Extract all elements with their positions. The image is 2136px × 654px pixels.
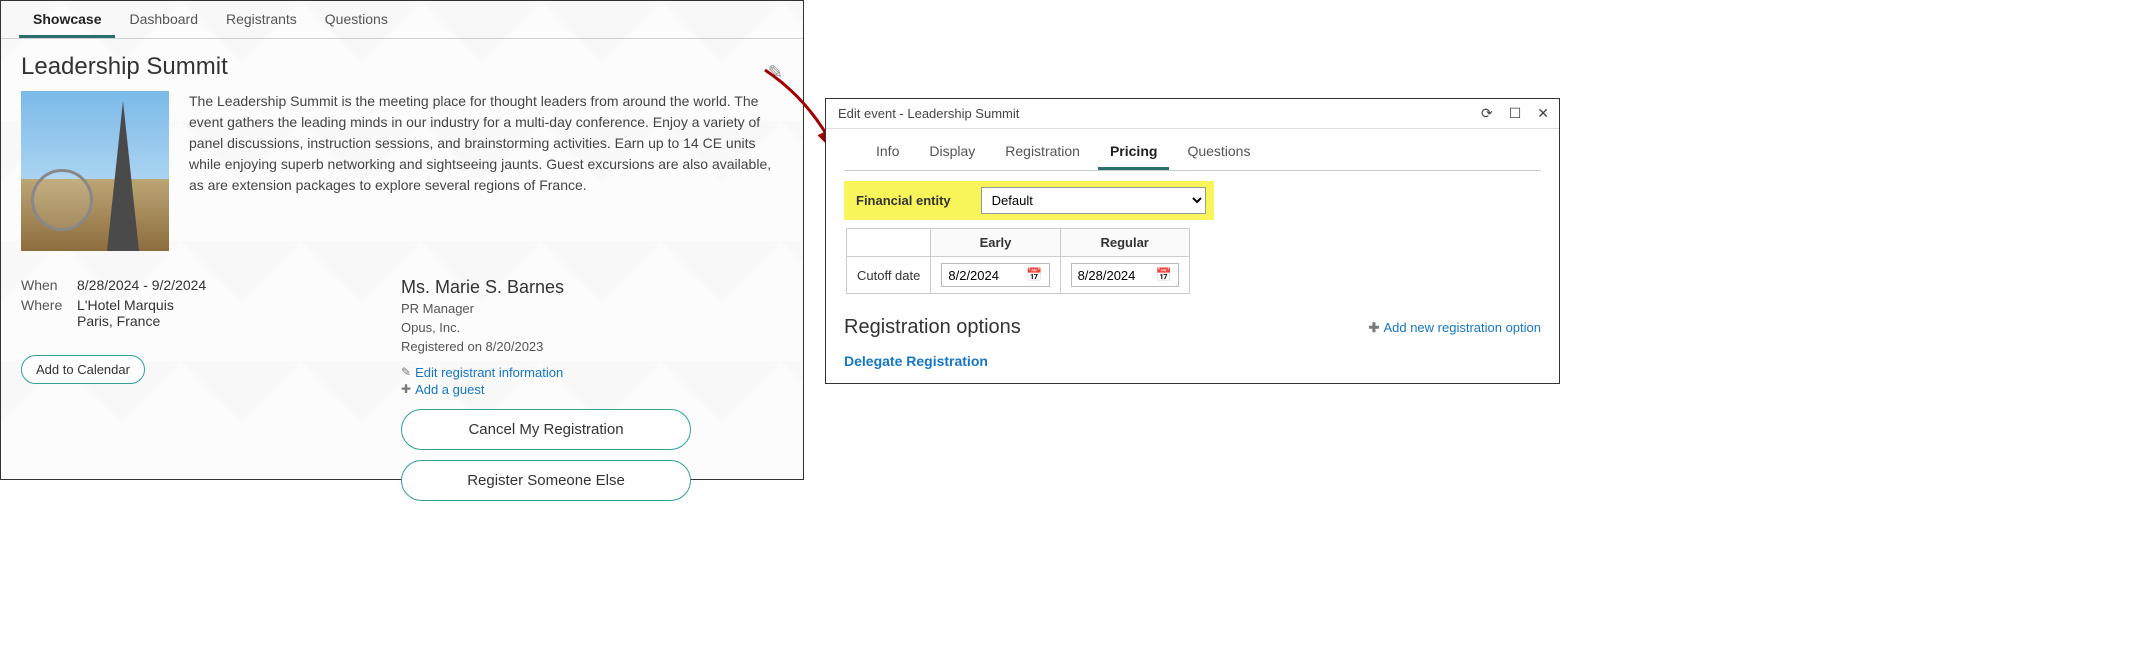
calendar-icon[interactable]: 📅 — [1026, 267, 1042, 283]
register-someone-else-button[interactable]: Register Someone Else — [401, 460, 691, 501]
edit-event-dialog: Edit event - Leadership Summit ⟳ ☐ ✕ Inf… — [825, 98, 1560, 384]
registrant-title: PR Manager — [401, 300, 783, 318]
tab-dashboard[interactable]: Dashboard — [115, 1, 212, 38]
add-guest-link[interactable]: ✚ Add a guest — [401, 382, 783, 397]
cutoff-row-label: Cutoff date — [847, 257, 931, 294]
refresh-icon[interactable]: ⟳ — [1481, 105, 1493, 122]
edit-registrant-link[interactable]: ✎ Edit registrant information — [401, 365, 783, 380]
delegate-registration-link[interactable]: Delegate Registration — [844, 353, 988, 369]
tab-registrants[interactable]: Registrants — [212, 1, 311, 38]
dlg-tab-registration[interactable]: Registration — [993, 129, 1092, 170]
where-line2: Paris, France — [77, 313, 174, 329]
showcase-panel: Showcase Dashboard Registrants Questions… — [0, 0, 804, 480]
cutoff-table: Early Regular Cutoff date 📅 📅 — [846, 228, 1190, 294]
event-image — [21, 91, 169, 251]
add-registration-option-link[interactable]: ✚ Add new registration option — [1369, 320, 1541, 336]
when-label: When — [21, 277, 77, 293]
event-description: The Leadership Summit is the meeting pla… — [189, 91, 783, 251]
cancel-registration-button[interactable]: Cancel My Registration — [401, 409, 691, 450]
financial-entity-row: Financial entity Default — [844, 181, 1214, 220]
tab-questions[interactable]: Questions — [311, 1, 402, 38]
when-value: 8/28/2024 - 9/2/2024 — [77, 277, 206, 293]
registration-options-heading: Registration options — [844, 316, 1021, 339]
calendar-icon[interactable]: 📅 — [1156, 267, 1172, 283]
early-cutoff-input[interactable] — [948, 268, 1020, 283]
left-tabs: Showcase Dashboard Registrants Questions — [1, 1, 803, 39]
add-to-calendar-button[interactable]: Add to Calendar — [21, 355, 145, 384]
tab-showcase[interactable]: Showcase — [19, 1, 115, 38]
pencil-icon: ✎ — [401, 365, 411, 379]
financial-entity-label: Financial entity — [852, 193, 951, 208]
event-title: Leadership Summit — [21, 53, 228, 81]
where-label: Where — [21, 297, 77, 329]
plus-icon: ✚ — [401, 382, 411, 396]
financial-entity-select[interactable]: Default — [981, 187, 1206, 214]
dlg-tab-questions[interactable]: Questions — [1175, 129, 1262, 170]
edit-event-icon[interactable]: ✎ — [768, 62, 783, 83]
regular-header: Regular — [1060, 229, 1189, 257]
regular-cutoff-input[interactable] — [1078, 268, 1150, 283]
maximize-icon[interactable]: ☐ — [1509, 105, 1522, 122]
registrant-registered-on: Registered on 8/20/2023 — [401, 338, 783, 356]
plus-icon: ✚ — [1369, 320, 1380, 336]
early-header: Early — [931, 229, 1060, 257]
close-icon[interactable]: ✕ — [1537, 105, 1549, 122]
dialog-title: Edit event - Leadership Summit — [838, 106, 1019, 121]
dlg-tab-info[interactable]: Info — [864, 129, 911, 170]
where-line1: L'Hotel Marquis — [77, 297, 174, 313]
dlg-tab-display[interactable]: Display — [917, 129, 987, 170]
dlg-tab-pricing[interactable]: Pricing — [1098, 129, 1169, 170]
registrant-org: Opus, Inc. — [401, 319, 783, 337]
registrant-name: Ms. Marie S. Barnes — [401, 277, 783, 298]
dialog-tabs: Info Display Registration Pricing Questi… — [844, 129, 1541, 171]
